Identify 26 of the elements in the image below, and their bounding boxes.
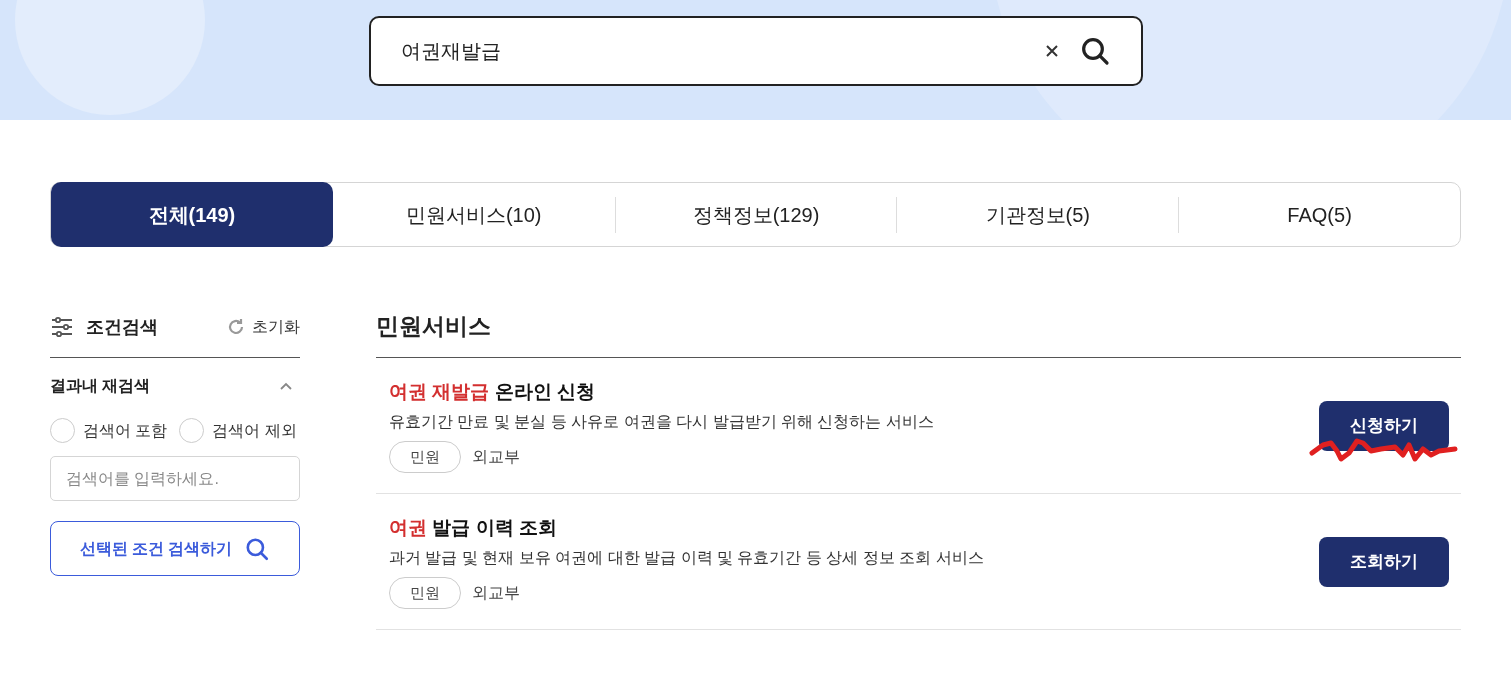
sliders-icon	[50, 315, 74, 339]
search-field[interactable]: 여권재발급	[368, 16, 1143, 86]
agency-label: 외교부	[472, 447, 520, 467]
reset-button[interactable]: 초기화	[226, 315, 300, 339]
filter-title: 조건검색	[86, 315, 159, 339]
condition-search-button[interactable]: 선택된 조건 검색하기	[50, 521, 300, 576]
category-tab[interactable]: FAQ(5)	[1179, 183, 1460, 246]
search-query: 여권재발급	[400, 39, 502, 64]
section-title: 결과내 재검색	[50, 376, 151, 396]
result-title[interactable]: 여권 발급 이력 조회	[389, 514, 1319, 542]
radio-option[interactable]: 검색어 포함	[50, 418, 168, 443]
radio-option[interactable]: 검색어 제외	[179, 418, 297, 443]
result-description: 유효기간 만료 및 분실 등 사유로 여권을 다시 발급받기 위해 신청하는 서비스	[389, 412, 935, 432]
refresh-icon	[226, 317, 246, 337]
result-title[interactable]: 여권 재발급 온라인 신청	[389, 378, 1319, 406]
agency-label: 외교부	[472, 583, 520, 603]
keyword-input[interactable]: 검색어를 입력하세요.	[50, 456, 300, 501]
action-button[interactable]: 조회하기	[1319, 536, 1449, 587]
category-tab[interactable]: 전체(149)	[51, 182, 333, 247]
category-tab[interactable]: 민원서비스(10)	[332, 183, 615, 246]
action-button[interactable]: 신청하기	[1319, 400, 1449, 451]
result-description: 과거 발급 및 현재 보유 여권에 대한 발급 이력 및 유효기간 등 상세 정보 조회 서비스	[389, 548, 985, 568]
results-heading: 민원서비스	[376, 312, 492, 341]
clear-icon[interactable]	[1044, 44, 1059, 58]
category-tab[interactable]: 정책정보(129)	[615, 183, 897, 246]
category-tab[interactable]: 기관정보(5)	[897, 183, 1179, 246]
